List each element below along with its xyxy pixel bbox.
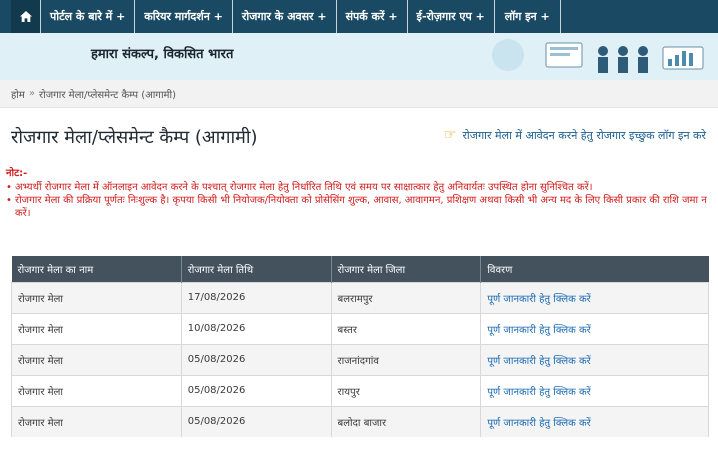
cell-fair-district: रायपुर bbox=[331, 374, 482, 406]
cell-fair-date: 05/08/2026 bbox=[181, 374, 332, 406]
table-header-row: रोजगार मेला का नाम रोजगार मेला तिथि रोजग… bbox=[11, 256, 709, 282]
cell-details: पूर्ण जानकारी हेतु क्लिक करें bbox=[480, 312, 709, 344]
banner: हमारा संकल्प, विकसित भारत bbox=[0, 33, 718, 80]
cell-details: पूर्ण जानकारी हेतु क्लिक करें bbox=[480, 343, 709, 375]
nav-about-portal[interactable]: पोर्टल के बारे में + bbox=[41, 0, 136, 33]
table-row: रोजगार मेला 05/08/2026 रायपुर पूर्ण जानक… bbox=[11, 374, 709, 406]
nav-career-guidance[interactable]: करियर मार्गदर्शन + bbox=[135, 0, 233, 33]
table-row: रोजगार मेला 10/08/2026 बस्तर पूर्ण जानका… bbox=[11, 312, 709, 344]
apply-login-link[interactable]: ☞ रोजगार मेला में आवेदन करने हेतु रोजगार… bbox=[444, 127, 706, 143]
cell-fair-date: 05/08/2026 bbox=[181, 405, 332, 437]
job-fair-table: रोजगार मेला का नाम रोजगार मेला तिथि रोजग… bbox=[11, 256, 709, 437]
banner-tagline: हमारा संकल्प, विकसित भारत bbox=[91, 47, 234, 62]
details-link[interactable]: पूर्ण जानकारी हेतु क्लिक करें bbox=[487, 418, 590, 429]
details-link[interactable]: पूर्ण जानकारी हेतु क्लिक करें bbox=[487, 325, 590, 336]
header-fair-date: रोजगार मेला तिथि bbox=[181, 256, 332, 282]
note-title: नोट:- bbox=[6, 168, 28, 179]
breadcrumb-separator: » bbox=[28, 88, 36, 99]
details-link[interactable]: पूर्ण जानकारी हेतु क्लिक करें bbox=[487, 387, 590, 398]
note-item: रोजगार मेला की प्रक्रिया पूर्णतः निःशुल्… bbox=[6, 194, 712, 220]
details-link[interactable]: पूर्ण जानकारी हेतु क्लिक करें bbox=[487, 356, 590, 367]
home-button[interactable] bbox=[11, 0, 41, 33]
breadcrumb-current: रोजगार मेला/प्लेसमेन्ट कैम्प (आगामी) bbox=[39, 89, 177, 101]
cell-fair-name: रोजगार मेला bbox=[11, 343, 182, 375]
cell-fair-district: बलोदा बाजार bbox=[331, 405, 482, 437]
cell-details: पूर्ण जानकारी हेतु क्लिक करें bbox=[480, 374, 709, 406]
cell-fair-date: 05/08/2026 bbox=[181, 343, 332, 375]
cell-fair-name: रोजगार मेला bbox=[11, 312, 182, 344]
cell-details: पूर्ण जानकारी हेतु क्लिक करें bbox=[480, 405, 709, 437]
top-navigation: पोर्टल के बारे में + करियर मार्गदर्शन + … bbox=[0, 0, 718, 33]
cell-details: पूर्ण जानकारी हेतु क्लिक करें bbox=[480, 281, 709, 313]
header-fair-name: रोजगार मेला का नाम bbox=[11, 256, 182, 282]
nav-login[interactable]: लॉग इन + bbox=[495, 0, 561, 33]
table-row: रोजगार मेला 05/08/2026 राजनांदगांव पूर्ण… bbox=[11, 343, 709, 375]
cell-fair-name: रोजगार मेला bbox=[11, 374, 182, 406]
banner-illustration-icon bbox=[468, 33, 718, 80]
cell-fair-district: बलरामपुर bbox=[331, 281, 482, 313]
breadcrumb-home[interactable]: होम bbox=[11, 87, 25, 101]
table-row: रोजगार मेला 17/08/2026 बलरामपुर पूर्ण जा… bbox=[11, 281, 709, 313]
breadcrumb: होम » रोजगार मेला/प्लेसमेन्ट कैम्प (आगाम… bbox=[0, 80, 718, 108]
cell-fair-date: 10/08/2026 bbox=[181, 312, 332, 344]
note-item: अभ्यर्थी रोजगार मेला में ऑनलाइन आवेदन कर… bbox=[6, 181, 712, 194]
pointing-hand-icon: ☞ bbox=[443, 127, 457, 143]
cell-fair-name: रोजगार मेला bbox=[11, 281, 182, 313]
table-row: रोजगार मेला 05/08/2026 बलोदा बाजार पूर्ण… bbox=[11, 405, 709, 437]
header-fair-district: रोजगार मेला जिला bbox=[331, 256, 482, 282]
note-section: नोट:- अभ्यर्थी रोजगार मेला में ऑनलाइन आव… bbox=[6, 167, 712, 220]
nav-e-rozgar-app[interactable]: ई-रोज़गार एप + bbox=[408, 0, 495, 33]
cell-fair-district: बस्तर bbox=[331, 312, 482, 344]
nav-contact[interactable]: संपर्क करें + bbox=[337, 0, 408, 33]
nav-employment-opportunities[interactable]: रोजगार के अवसर + bbox=[233, 0, 337, 33]
details-link[interactable]: पूर्ण जानकारी हेतु क्लिक करें bbox=[487, 294, 590, 305]
header-details: विवरण bbox=[480, 256, 709, 282]
apply-login-text[interactable]: रोजगार मेला में आवेदन करने हेतु रोजगार इ… bbox=[462, 128, 706, 143]
home-icon bbox=[19, 11, 32, 22]
cell-fair-date: 17/08/2026 bbox=[181, 281, 332, 313]
page-title: रोजगार मेला/प्लेसमेन्ट कैम्प (आगामी) bbox=[11, 127, 258, 148]
cell-fair-district: राजनांदगांव bbox=[331, 343, 482, 375]
cell-fair-name: रोजगार मेला bbox=[11, 405, 182, 437]
